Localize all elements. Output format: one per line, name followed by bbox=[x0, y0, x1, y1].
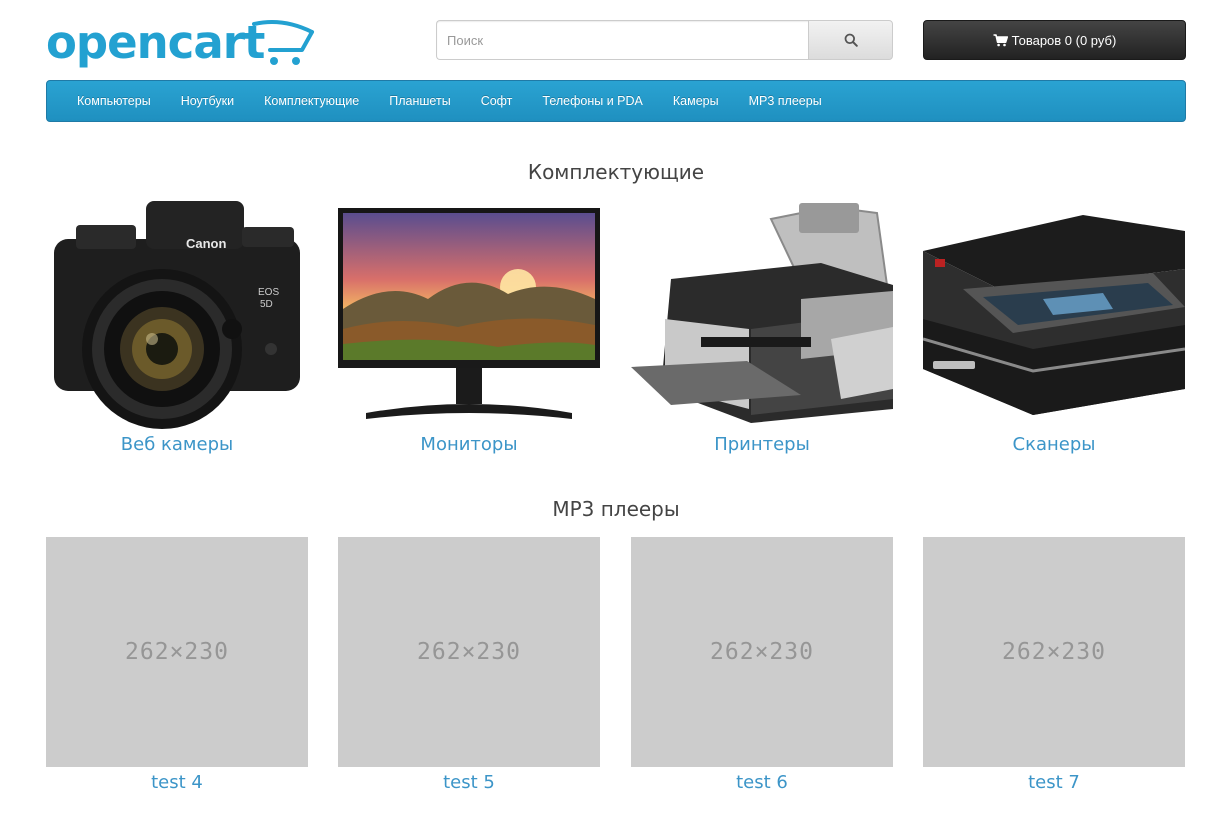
search-button[interactable] bbox=[808, 20, 893, 60]
category-label[interactable]: test 7 bbox=[923, 771, 1185, 795]
menu-item-computers[interactable]: Компьютеры bbox=[62, 81, 166, 121]
category-label[interactable]: Принтеры bbox=[631, 433, 893, 457]
placeholder-size-label: 262×230 bbox=[710, 639, 814, 665]
printer-image[interactable] bbox=[631, 199, 893, 429]
category-grid-mp3: 262×230 test 4 262×230 test 5 262×230 te… bbox=[46, 537, 1186, 807]
category-label[interactable]: test 4 bbox=[46, 771, 308, 795]
category-card-monitors[interactable]: Мониторы bbox=[338, 199, 600, 457]
category-card-test-5[interactable]: 262×230 test 5 bbox=[338, 537, 600, 795]
svg-text:Canon: Canon bbox=[186, 236, 227, 251]
main-menu: Компьютеры Ноутбуки Комплектующие Планше… bbox=[46, 80, 1186, 122]
monitor-image[interactable] bbox=[338, 199, 600, 429]
category-card-test-6[interactable]: 262×230 test 6 bbox=[631, 537, 893, 795]
search-bar bbox=[436, 20, 893, 60]
placeholder-size-label: 262×230 bbox=[417, 639, 521, 665]
menu-item-phones[interactable]: Телефоны и PDA bbox=[527, 81, 657, 121]
svg-text:EOS: EOS bbox=[258, 287, 279, 298]
category-card-scanners[interactable]: Сканеры bbox=[923, 199, 1185, 457]
placeholder-image[interactable]: 262×230 bbox=[923, 537, 1185, 767]
category-label[interactable]: Мониторы bbox=[338, 433, 600, 457]
scanner-image[interactable] bbox=[923, 199, 1185, 429]
menu-item-laptops[interactable]: Ноутбуки bbox=[166, 81, 249, 121]
menu-item-cameras[interactable]: Камеры bbox=[658, 81, 734, 121]
category-label[interactable]: Сканеры bbox=[923, 433, 1185, 457]
category-label[interactable]: test 5 bbox=[338, 771, 600, 795]
menu-item-tablets[interactable]: Планшеты bbox=[374, 81, 465, 121]
placeholder-size-label: 262×230 bbox=[125, 639, 229, 665]
search-input[interactable] bbox=[436, 20, 809, 60]
cart-button[interactable]: Товаров 0 (0 руб) bbox=[923, 20, 1186, 60]
category-card-test-4[interactable]: 262×230 test 4 bbox=[46, 537, 308, 795]
placeholder-image[interactable]: 262×230 bbox=[338, 537, 600, 767]
category-label[interactable]: test 6 bbox=[631, 771, 893, 795]
section-title-mp3: MP3 плееры bbox=[552, 497, 680, 521]
logo-cart-icon bbox=[252, 20, 314, 65]
placeholder-image[interactable]: 262×230 bbox=[631, 537, 893, 767]
site-logo[interactable]: opencart bbox=[46, 16, 316, 72]
search-icon bbox=[844, 33, 858, 47]
category-card-test-7[interactable]: 262×230 test 7 bbox=[923, 537, 1185, 795]
category-card-webcams[interactable]: Canon EOS 5D Веб камеры bbox=[46, 199, 308, 457]
placeholder-size-label: 262×230 bbox=[1002, 639, 1106, 665]
section-title-components: Комплектующие bbox=[527, 160, 705, 184]
svg-text:5D: 5D bbox=[260, 299, 273, 310]
category-grid-components: Canon EOS 5D Веб камеры Мониторы Принтер… bbox=[46, 199, 1186, 469]
category-label[interactable]: Веб камеры bbox=[46, 433, 308, 457]
menu-item-software[interactable]: Софт bbox=[466, 81, 528, 121]
category-card-printers[interactable]: Принтеры bbox=[631, 199, 893, 457]
logo-text: opencart bbox=[46, 16, 265, 69]
shopping-cart-icon bbox=[993, 33, 1008, 46]
menu-item-components[interactable]: Комплектующие bbox=[249, 81, 374, 121]
placeholder-image[interactable]: 262×230 bbox=[46, 537, 308, 767]
cart-label: Товаров 0 (0 руб) bbox=[1011, 32, 1117, 48]
camera-image[interactable]: Canon EOS 5D bbox=[46, 199, 308, 429]
menu-item-mp3[interactable]: MP3 плееры bbox=[734, 81, 837, 121]
